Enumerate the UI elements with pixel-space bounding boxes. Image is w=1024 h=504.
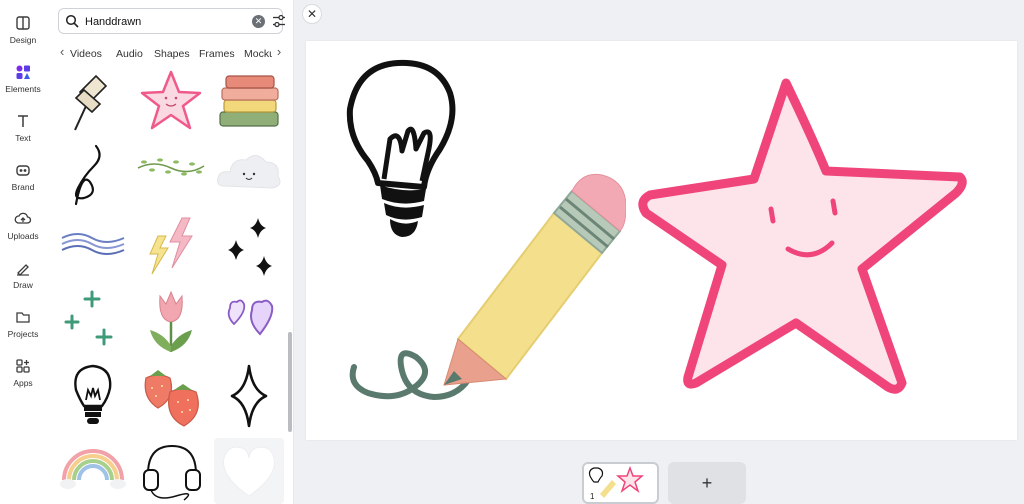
rail-brand-label: Brand [11,182,35,192]
add-page-button[interactable]: + [668,462,746,504]
rail-text-label: Text [15,133,31,143]
tab-audio[interactable]: Audio [116,48,143,60]
grid-item-sparkle-stars[interactable] [214,216,284,282]
clear-icon[interactable]: ✕ [252,15,265,28]
grid-item-lightning-bolts[interactable] [136,216,206,282]
squiggle-loop-icon [74,144,101,206]
search-icon [65,14,79,28]
rainbow-icon [60,449,126,489]
wave-lines-icon [61,233,125,255]
strawberries-icon [144,370,199,427]
grid-item-tulip[interactable] [136,290,206,356]
smiling-star-icon [140,70,202,130]
rail-uploads[interactable]: Uploads [0,204,46,248]
uploads-icon [14,212,32,224]
plus-sparkles-icon [64,290,113,346]
tabs-right-arrow[interactable]: › [272,45,286,59]
rail-elements[interactable]: Elements [0,57,46,101]
grid-item-push-pin[interactable] [58,68,128,134]
grid-item-four-point-star[interactable] [214,364,284,430]
elements-icon [16,65,30,79]
canvas-pencil[interactable] [346,167,626,407]
push-pin-icon [74,74,108,131]
light-bulb-icon [74,364,112,424]
sparkle-stars-icon [228,218,272,276]
apps-icon [16,359,30,373]
white-heart-icon [223,446,275,497]
tab-videos[interactable]: Videos [70,48,102,60]
four-point-star-icon [230,364,268,428]
page-thumbnail-preview [588,465,645,498]
rail-projects[interactable]: Projects [0,302,46,346]
grid-item-smiling-cloud[interactable] [214,142,284,208]
rail-draw[interactable]: Draw [0,253,46,297]
design-canvas[interactable] [306,41,1017,440]
elements-grid [58,68,284,504]
grid-item-white-heart[interactable] [214,438,284,504]
filter-icon[interactable] [272,14,286,28]
rail-draw-label: Draw [13,280,33,290]
search-input[interactable] [85,13,235,30]
panel-scrollbar[interactable] [288,332,292,432]
category-tabs: ‹ Videos Audio Shapes Frames Mockups › [58,44,286,62]
book-stack-icon [219,75,279,127]
elements-panel: ✕ ‹ Videos Audio Shapes Frames Mockups › [46,0,294,504]
rail-brand[interactable]: Brand [0,155,46,199]
canvas-smiling-star[interactable] [636,71,976,401]
grid-item-headphones[interactable] [136,438,206,504]
page-number: 1 [590,492,595,501]
rail-apps-label: Apps [13,378,33,388]
tabs-left-arrow[interactable]: ‹ [60,45,64,59]
projects-icon [16,312,30,323]
rail-text[interactable]: Text [0,106,46,150]
left-rail: Design Elements Text Brand Uploads Draw … [0,0,46,504]
grid-item-wave-lines[interactable] [58,216,128,282]
grid-item-strawberries[interactable] [136,364,206,430]
rail-projects-label: Projects [7,329,39,339]
rail-design[interactable]: Design [0,8,46,52]
page-thumbnail[interactable]: 1 [582,462,659,504]
rail-uploads-label: Uploads [7,231,39,241]
vine-garland-icon [137,158,205,176]
smiling-cloud-icon [217,155,281,189]
headphones-icon [143,444,201,501]
tab-shapes[interactable]: Shapes [154,48,190,60]
grid-item-vine-garland[interactable] [136,142,206,208]
grid-item-book-stack[interactable] [214,68,284,134]
close-panel-button[interactable]: ✕ [302,4,322,24]
tulip-icon [150,290,192,352]
rail-design-label: Design [9,35,37,45]
grid-item-plus-sparkles[interactable] [58,290,128,356]
rail-apps[interactable]: Apps [0,351,46,395]
lightning-bolts-icon [149,217,193,275]
grid-item-purple-hearts[interactable] [214,290,284,356]
brand-icon [16,165,30,176]
grid-item-squiggle-loop[interactable] [58,142,128,208]
text-icon [18,115,28,127]
grid-item-rainbow[interactable] [58,438,128,504]
grid-item-smiling-star[interactable] [136,68,206,134]
search-box: ✕ [58,8,286,34]
purple-hearts-icon [227,299,274,336]
design-icon [16,16,30,30]
draw-icon [17,264,29,276]
rail-elements-label: Elements [5,84,41,94]
tab-frames[interactable]: Frames [199,48,235,60]
grid-item-light-bulb[interactable] [58,364,128,430]
